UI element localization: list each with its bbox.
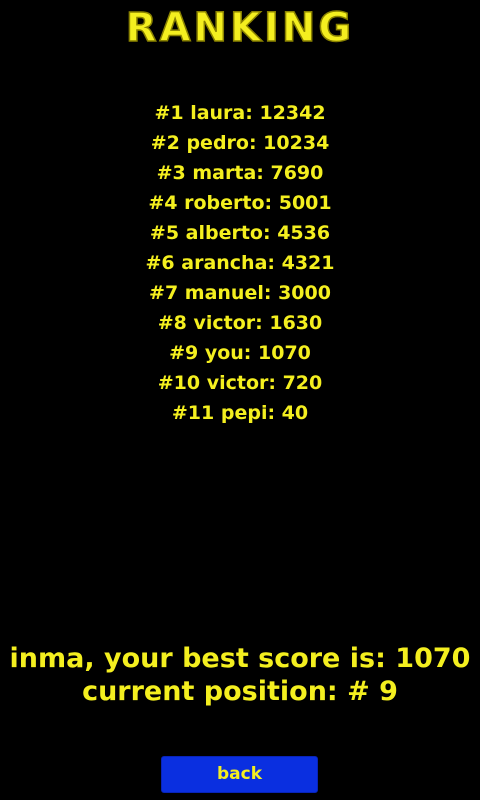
ranking-row: #8 victor: 1630 <box>157 312 323 334</box>
ranking-row: #4 roberto: 5001 <box>148 192 332 214</box>
current-position-text: current position: # 9 <box>82 676 398 707</box>
best-score-text: inma, your best score is: 1070 <box>9 643 471 674</box>
ranking-row: #2 pedro: 10234 <box>150 132 330 154</box>
ranking-list: #1 laura: 12342 #2 pedro: 10234 #3 marta… <box>0 98 480 428</box>
ranking-row: #5 alberto: 4536 <box>149 222 331 244</box>
ranking-row: #7 manuel: 3000 <box>149 282 331 304</box>
ranking-row: #3 marta: 7690 <box>156 162 324 184</box>
ranking-row: #1 laura: 12342 <box>154 102 326 124</box>
back-button[interactable]: back <box>161 756 318 793</box>
ranking-row: #9 you: 1070 <box>169 342 311 364</box>
ranking-row: #10 victor: 720 <box>157 372 323 394</box>
ranking-row: #6 arancha: 4321 <box>145 252 335 274</box>
screen-title: Ranking <box>125 5 355 51</box>
ranking-row: #11 pepi: 40 <box>171 402 309 424</box>
